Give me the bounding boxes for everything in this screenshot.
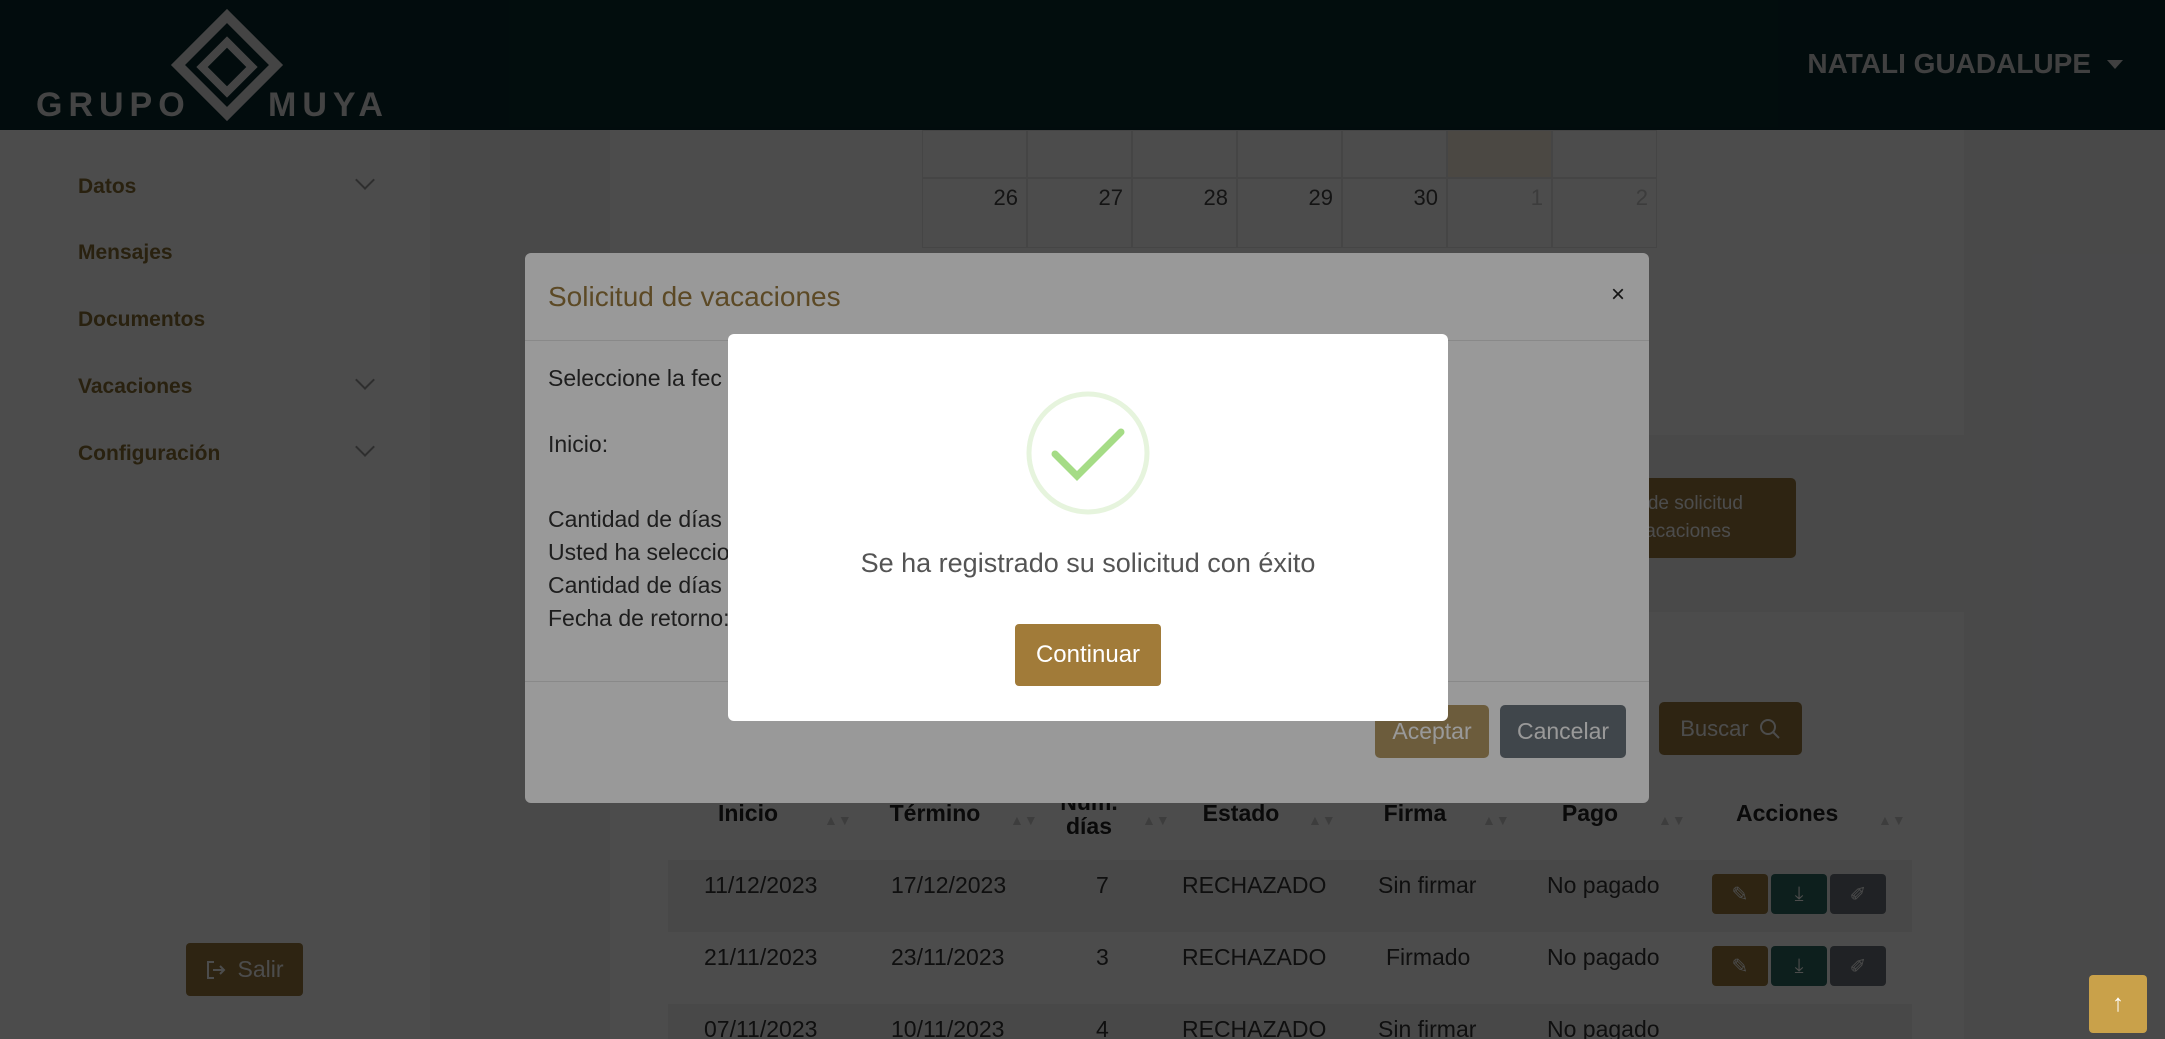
- arrow-up-icon: ↑: [2112, 990, 2124, 1017]
- success-message: Se ha registrado su solicitud con éxito: [860, 548, 1316, 578]
- continue-button[interactable]: Continuar: [1015, 624, 1161, 686]
- scroll-top-button[interactable]: ↑: [2089, 975, 2147, 1033]
- continue-label: Continuar: [1035, 641, 1141, 668]
- success-check-icon: [1026, 391, 1150, 515]
- success-dialog: Se ha registrado su solicitud con éxito …: [728, 334, 1448, 721]
